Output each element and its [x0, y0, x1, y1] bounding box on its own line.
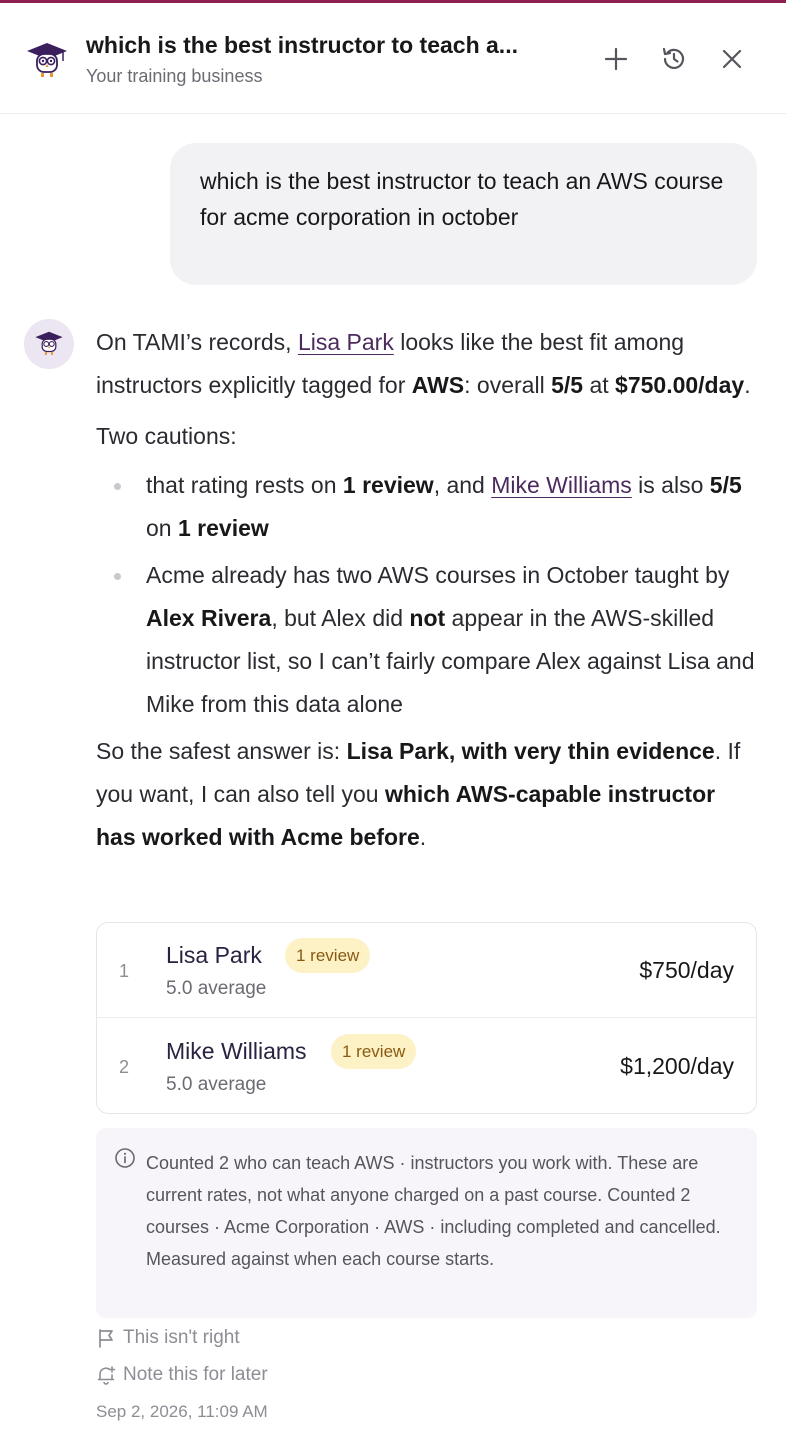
- answer-bold: $750.00/day: [615, 372, 745, 398]
- rank-number: 1: [119, 961, 130, 981]
- answer-text: that rating rests on: [146, 472, 343, 498]
- answer-bold: 5/5: [551, 372, 584, 398]
- answer-paragraph-3: So the safest answer is: Lisa Park, with…: [96, 730, 761, 859]
- chat-title: which is the best instructor to teach a.…: [86, 32, 518, 58]
- answer-text: So the safest answer is:: [96, 738, 347, 764]
- review-count-badge: 1 review: [331, 1034, 417, 1069]
- instructor-ranking-card: 1 Lisa Park 1 review 5.0 average $750/da…: [96, 922, 757, 1114]
- assistant-answer: On TAMI’s records, Lisa Park looks like …: [96, 321, 761, 859]
- chat-subtitle: Your training business: [86, 66, 263, 86]
- day-rate: $750/day: [639, 957, 734, 983]
- answer-text: at: [583, 372, 616, 398]
- note-for-later-button[interactable]: Note this for later: [96, 1364, 268, 1386]
- user-message-bubble: which is the best instructor to teach an…: [170, 143, 757, 285]
- bell-plus-icon: [97, 1366, 116, 1385]
- caution-item: Acme already has two AWS courses in Octo…: [96, 554, 761, 726]
- answer-bold: 1 review: [177, 515, 269, 541]
- answer-bold: Alex Rivera: [146, 605, 272, 631]
- instructor-link-lisa-park[interactable]: Lisa Park: [298, 329, 394, 355]
- answer-paragraph-2: Two cautions:: [96, 423, 237, 449]
- new-chat-button[interactable]: [598, 41, 634, 77]
- answer-text: .: [419, 824, 427, 850]
- history-button[interactable]: [656, 41, 692, 77]
- instructor-name: Lisa Park: [166, 942, 262, 968]
- message-timestamp: Sep 2, 2026, 11:09 AM: [96, 1402, 268, 1421]
- answer-text: , and: [433, 472, 492, 498]
- methodology-note: Counted 2 who can teach AWS · instructor…: [96, 1128, 757, 1318]
- answer-paragraph-1: On TAMI’s records, Lisa Park looks like …: [96, 321, 761, 407]
- close-button[interactable]: [714, 41, 750, 77]
- instructor-row[interactable]: 1 Lisa Park 1 review 5.0 average $750/da…: [97, 923, 756, 1018]
- answer-bold: AWS: [411, 372, 465, 398]
- average-rating: 5.0 average: [166, 1074, 267, 1095]
- review-count-badge: 1 review: [285, 938, 371, 973]
- answer-bold: not: [409, 605, 446, 631]
- answer-text: is also: [631, 472, 710, 498]
- rank-number: 2: [119, 1057, 130, 1077]
- report-issue-label: This isn't right: [123, 1327, 240, 1348]
- plus-icon: [604, 47, 628, 71]
- flag-icon: [99, 1329, 113, 1348]
- cautions-list: that rating rests on 1 review, and Mike …: [96, 464, 761, 726]
- owl-graduate-icon: [35, 331, 63, 355]
- close-icon: [722, 49, 742, 69]
- note-for-later-label: Note this for later: [123, 1364, 268, 1385]
- answer-text: on: [146, 515, 178, 541]
- note-text: Counted 2 who can teach AWS · instructor…: [146, 1153, 721, 1269]
- answer-text: Acme already has two AWS courses in Octo…: [146, 562, 730, 588]
- instructor-link-mike-williams[interactable]: Mike Williams: [491, 472, 632, 498]
- answer-text: .: [744, 372, 751, 398]
- caution-item: that rating rests on 1 review, and Mike …: [96, 464, 761, 550]
- report-issue-button[interactable]: This isn't right: [96, 1327, 240, 1349]
- chat-header: which is the best instructor to teach a.…: [0, 3, 786, 114]
- owl-graduate-logo: [25, 39, 69, 83]
- instructor-row[interactable]: 2 Mike Williams 1 review 5.0 average $1,…: [97, 1019, 756, 1114]
- instructor-name: Mike Williams: [166, 1038, 307, 1064]
- answer-text: : overall: [464, 372, 552, 398]
- assistant-avatar: [24, 319, 74, 369]
- average-rating: 5.0 average: [166, 978, 267, 999]
- answer-bold: 1 review: [342, 472, 434, 498]
- history-icon: [662, 47, 685, 69]
- answer-text: On TAMI’s records,: [96, 329, 298, 355]
- answer-bold: Lisa Park, with very thin evidence: [346, 738, 715, 764]
- day-rate: $1,200/day: [620, 1053, 734, 1079]
- info-icon: [115, 1148, 135, 1168]
- answer-bold: 5/5: [709, 472, 742, 498]
- answer-text: , but Alex did: [271, 605, 410, 631]
